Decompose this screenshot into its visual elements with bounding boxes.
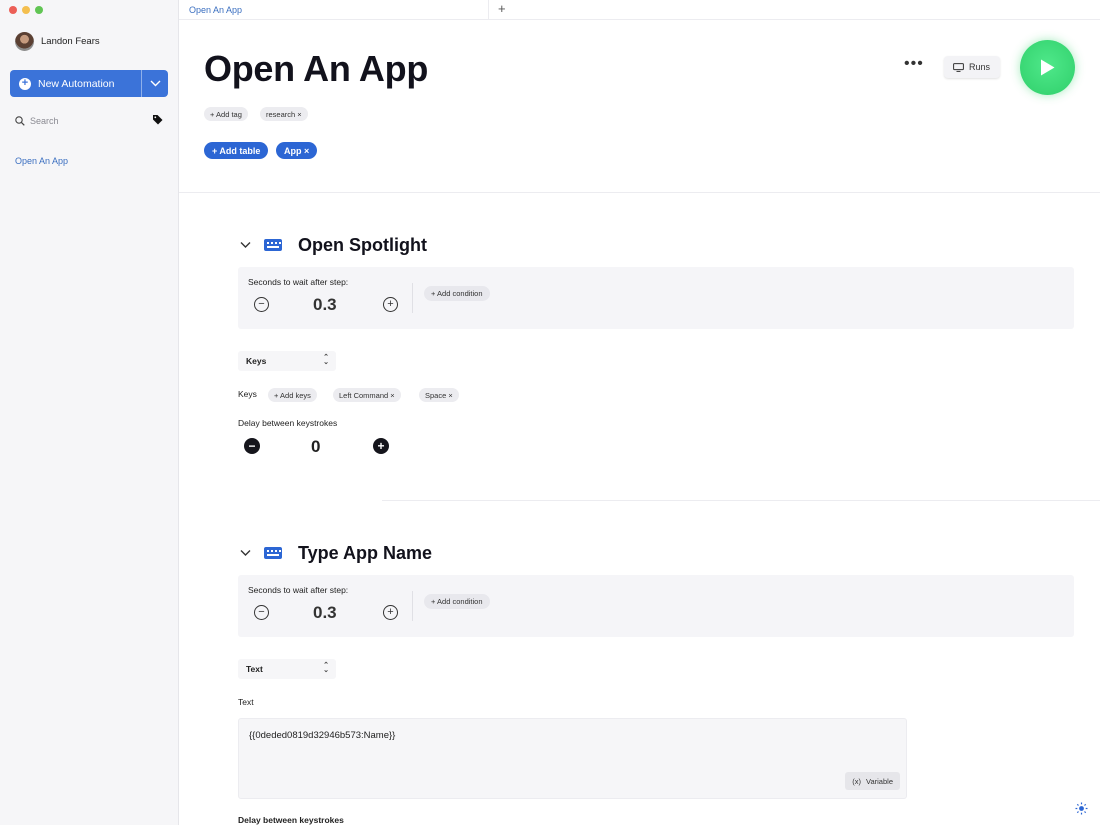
text-value: {{0deded0819d32946b573:Name}} xyxy=(249,730,396,741)
insert-variable-button[interactable]: (x) Variable xyxy=(845,772,900,790)
play-icon xyxy=(1041,59,1055,76)
header-divider xyxy=(179,192,1100,193)
select-arrows-icon: ⌃ ⌄ xyxy=(323,354,329,366)
increase-wait-button[interactable]: + xyxy=(383,297,398,312)
close-window-button[interactable] xyxy=(9,6,17,14)
new-automation-button[interactable]: + New Automation xyxy=(10,70,141,97)
plus-circle-icon: + xyxy=(19,77,31,90)
key-chip-space[interactable]: Space × xyxy=(419,388,459,402)
new-automation-label: New Automation xyxy=(38,77,115,90)
step-title: Type App Name xyxy=(298,543,433,563)
runs-button[interactable]: Runs xyxy=(944,56,1000,78)
keyboard-icon xyxy=(264,547,282,559)
minimize-window-button[interactable] xyxy=(22,6,30,14)
run-automation-button[interactable] xyxy=(1020,40,1075,95)
sidebar-item-open-an-app[interactable]: Open An App xyxy=(15,156,68,166)
add-condition-button[interactable]: + Add condition xyxy=(424,594,490,609)
new-tab-button[interactable]: + xyxy=(498,1,506,16)
keys-label: Keys xyxy=(238,389,257,399)
tab-bar: Open An App + xyxy=(179,0,1100,20)
decrease-delay-button[interactable]: − xyxy=(244,438,260,454)
add-tag-button[interactable]: + Add tag xyxy=(204,107,248,121)
text-label: Text xyxy=(238,697,254,707)
wait-label: Seconds to wait after step: xyxy=(248,277,349,287)
tag-research[interactable]: research × xyxy=(260,107,308,121)
increase-delay-button[interactable]: + xyxy=(373,438,389,454)
page-title: Open An App xyxy=(204,48,429,89)
action-type-select[interactable]: Text ⌃ ⌄ xyxy=(238,659,336,679)
search-bar xyxy=(15,113,165,128)
runs-label: Runs xyxy=(969,62,991,72)
add-table-button[interactable]: + Add table xyxy=(204,142,269,159)
add-condition-button[interactable]: + Add condition xyxy=(424,286,490,301)
text-input[interactable]: {{0deded0819d32946b573:Name}} (x) Variab… xyxy=(238,718,907,799)
new-automation-dropdown-button[interactable] xyxy=(141,70,168,97)
key-chip-left-command[interactable]: Left Command × xyxy=(333,388,401,402)
sidebar: Landon Fears + New Automation Open An Ap… xyxy=(0,0,179,825)
action-type-select[interactable]: Keys ⌃ ⌄ xyxy=(238,351,336,371)
select-arrows-icon: ⌃ ⌄ xyxy=(323,662,329,674)
table-chip-app[interactable]: App × xyxy=(276,142,318,159)
decrease-wait-button[interactable]: − xyxy=(254,297,269,312)
wait-settings-panel: Seconds to wait after step: − 0.3 + + Ad… xyxy=(238,575,1074,637)
user-name: Landon Fears xyxy=(41,36,100,47)
tab-open-an-app[interactable]: Open An App xyxy=(189,5,242,15)
decrease-wait-button[interactable]: − xyxy=(254,605,269,620)
wait-divider xyxy=(412,591,413,621)
more-options-button[interactable]: ••• xyxy=(904,56,924,72)
action-type-value: Text xyxy=(246,664,263,674)
delay-label: Delay between keystrokes xyxy=(238,418,338,428)
search-input[interactable] xyxy=(30,115,140,126)
delay-value: 0 xyxy=(311,437,321,456)
wait-value: 0.3 xyxy=(313,603,337,622)
variable-icon: (x) xyxy=(852,776,862,786)
new-automation-split-button: + New Automation xyxy=(10,70,168,97)
collapse-step-chevron-icon[interactable] xyxy=(240,241,251,249)
action-type-value: Keys xyxy=(246,356,267,366)
collapse-step-chevron-icon[interactable] xyxy=(240,549,251,557)
step-divider xyxy=(382,500,1100,501)
step-title: Open Spotlight xyxy=(298,235,427,255)
chevron-down-icon xyxy=(150,80,160,87)
keyboard-icon xyxy=(264,239,282,251)
wait-divider xyxy=(412,283,413,313)
user-profile[interactable]: Landon Fears xyxy=(15,32,100,51)
wait-settings-panel: Seconds to wait after step: − 0.3 + + Ad… xyxy=(238,267,1074,329)
sun-icon[interactable] xyxy=(1075,802,1088,815)
increase-wait-button[interactable]: + xyxy=(383,605,398,620)
monitor-icon xyxy=(953,62,964,72)
window-controls xyxy=(9,6,43,14)
delay-label: Delay between keystrokes xyxy=(238,815,344,825)
variable-label: Variable xyxy=(866,776,893,786)
zoom-window-button[interactable] xyxy=(35,6,43,14)
tab-divider xyxy=(488,0,489,20)
add-keys-button[interactable]: + Add keys xyxy=(268,388,317,402)
search-icon xyxy=(15,115,25,126)
wait-value: 0.3 xyxy=(313,295,337,314)
tag-icon[interactable] xyxy=(152,114,163,125)
wait-label: Seconds to wait after step: xyxy=(248,585,349,595)
avatar xyxy=(15,32,34,51)
